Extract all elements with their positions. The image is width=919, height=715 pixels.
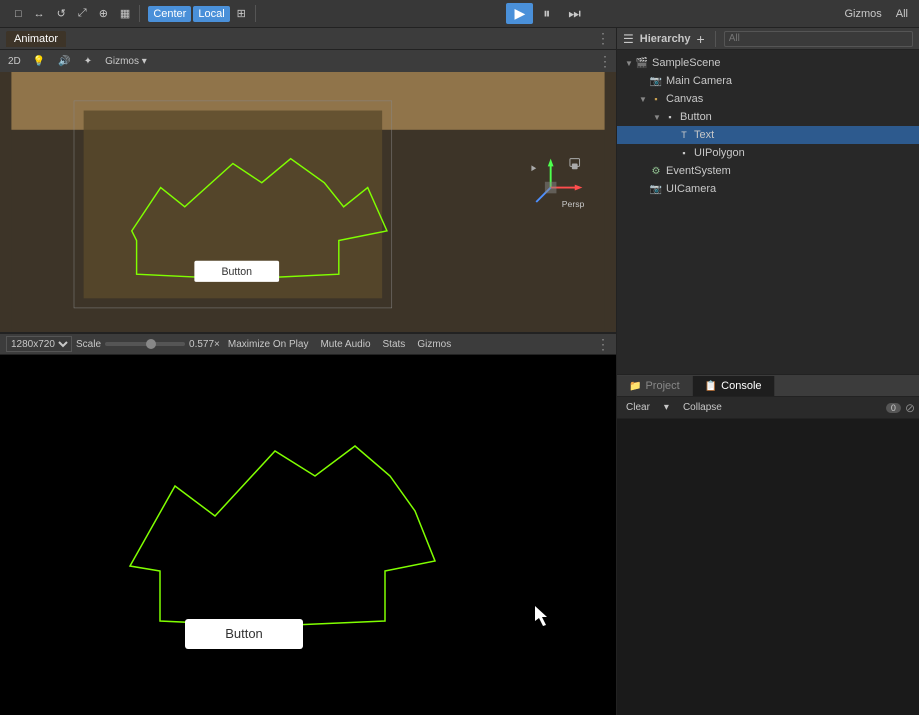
error-badge: 0 [886, 403, 901, 413]
scale-label: Scale [76, 339, 101, 350]
hierarchy-item-samplescene[interactable]: ▼ 🎬 SampleScene [617, 54, 919, 72]
resolution-select[interactable]: 1280x720 [6, 336, 72, 352]
svg-text:Persp: Persp [562, 199, 585, 209]
label-uipolygon: UIPolygon [694, 147, 745, 159]
stats-btn[interactable]: Stats [379, 338, 410, 351]
project-tab-label: Project [645, 380, 679, 392]
error-icon: ⊘ [905, 401, 915, 415]
hierarchy-tree: ▼ 🎬 SampleScene 📷 Main Camera ▼ ▪ Canvas [617, 50, 919, 374]
arrow-button: ▼ [653, 113, 663, 122]
hierarchy-item-button[interactable]: ▼ ▪ Button [617, 108, 919, 126]
tool-grid[interactable]: ▦ [115, 5, 135, 22]
svg-text:Button: Button [225, 626, 263, 641]
label-button: Button [680, 111, 712, 123]
svg-text:Button: Button [221, 266, 252, 278]
game-canvas-svg: Button [0, 355, 616, 715]
play-button[interactable]: ▶ [506, 3, 533, 24]
playmode-controls: ▶ ⏸ ⏭ [506, 3, 588, 24]
uicamera-icon: 📷 [649, 182, 663, 196]
label-maincamera: Main Camera [666, 75, 732, 87]
hierarchy-item-text[interactable]: T Text [617, 126, 919, 144]
transform-tools: □ ↔ ↺ ⤢ ⊕ ▦ [6, 5, 140, 22]
scene-toolbar-more[interactable]: ⋮ [598, 53, 612, 70]
extra-btn[interactable]: ⊞ [232, 5, 251, 22]
top-toolbar: □ ↔ ↺ ⤢ ⊕ ▦ Center Local ⊞ ▶ ⏸ ⏭ Gizmos … [0, 0, 919, 28]
bottom-tab-bar: 📁 Project 📋 Console [617, 375, 919, 397]
main-layout: Animator ⋮ 2D 💡 🔊 ✦ Gizmos ▾ ⋮ [0, 28, 919, 715]
fx-btn[interactable]: ✦ [79, 54, 97, 69]
clear-dropdown-btn[interactable]: ▾ [659, 401, 674, 414]
console-tab[interactable]: 📋 Console [693, 376, 775, 396]
left-panel: Animator ⋮ 2D 💡 🔊 ✦ Gizmos ▾ ⋮ [0, 28, 616, 715]
lighting-btn[interactable]: 💡 [28, 54, 50, 69]
scene-tab-bar: Animator ⋮ [0, 28, 616, 50]
arrow-canvas: ▼ [639, 95, 649, 104]
scene-more-options[interactable]: ⋮ [596, 30, 610, 47]
local-btn[interactable]: Local [193, 6, 229, 22]
scene-icon: 🎬 [635, 56, 649, 70]
scale-value: 0.577× [189, 339, 220, 350]
tool-rotate[interactable]: ↺ [52, 5, 71, 22]
label-uicamera: UICamera [666, 183, 716, 195]
console-content [617, 419, 919, 715]
scene-gizmos-btn[interactable]: Gizmos ▾ [100, 54, 152, 69]
pivot-tools: Center Local ⊞ [144, 5, 256, 22]
scene-canvas-svg: Button Persp [0, 72, 616, 332]
console-tab-icon: 📋 [705, 381, 717, 392]
hierarchy-item-uipolygon[interactable]: ▪ UIPolygon [617, 144, 919, 162]
text-icon: T [677, 128, 691, 142]
hierarchy-search[interactable] [724, 31, 913, 47]
right-panel: ☰ Hierarchy + ▼ 🎬 SampleScene 📷 Main Cam… [616, 28, 919, 715]
eventsystem-icon: ⚙ [649, 164, 663, 178]
uipolygon-icon: ▪ [677, 146, 691, 160]
game-toolbar: 1280x720 Scale 0.577× Maximize On Play M… [0, 333, 616, 355]
label-text: Text [694, 129, 714, 141]
canvas-icon: ▪ [649, 92, 663, 106]
mute-audio-btn[interactable]: Mute Audio [316, 338, 374, 351]
project-tab[interactable]: 📁 Project [617, 376, 693, 396]
tool-rect[interactable]: □ [10, 6, 27, 22]
hierarchy-title: Hierarchy [640, 33, 691, 45]
console-toolbar: Clear ▾ Collapse 0 ⊘ [617, 397, 919, 419]
all-dropdown[interactable]: All [891, 6, 913, 22]
sep1 [715, 31, 716, 47]
hierarchy-add-btn[interactable]: + [695, 31, 707, 47]
bottom-tabs-area: 📁 Project 📋 Console Clear ▾ Collapse 0 ⊘ [617, 374, 919, 715]
tool-scale[interactable]: ⤢ [73, 5, 92, 22]
animator-tab[interactable]: Animator [6, 31, 66, 47]
console-tab-label: Console [721, 380, 761, 392]
game-gizmos-btn[interactable]: Gizmos [413, 338, 455, 351]
collapse-btn[interactable]: Collapse [678, 401, 727, 414]
scene-secondary-toolbar: 2D 💡 🔊 ✦ Gizmos ▾ ⋮ [0, 50, 616, 72]
label-samplescene: SampleScene [652, 57, 721, 69]
arrow-samplescene: ▼ [625, 59, 635, 68]
project-tab-icon: 📁 [629, 381, 641, 392]
tool-rect2[interactable]: ⊕ [94, 5, 113, 22]
audio-btn[interactable]: 🔊 [53, 54, 75, 69]
game-toolbar-more[interactable]: ⋮ [596, 336, 610, 353]
2d-btn[interactable]: 2D [4, 55, 25, 68]
hierarchy-item-eventsystem[interactable]: ⚙ EventSystem [617, 162, 919, 180]
hierarchy-icon: ☰ [623, 32, 634, 46]
hierarchy-header: ☰ Hierarchy + [617, 28, 919, 50]
clear-btn[interactable]: Clear [621, 401, 655, 414]
pause-button[interactable]: ⏸ [535, 3, 558, 24]
gizmos-dropdown[interactable]: Gizmos [840, 6, 887, 22]
camera-icon: 📷 [649, 74, 663, 88]
hierarchy-item-canvas[interactable]: ▼ ▪ Canvas [617, 90, 919, 108]
label-eventsystem: EventSystem [666, 165, 731, 177]
hierarchy-item-uicamera[interactable]: 📷 UICamera [617, 180, 919, 198]
game-view: Button [0, 355, 616, 715]
button-icon: ▪ [663, 110, 677, 124]
scale-slider[interactable] [105, 342, 185, 346]
hierarchy-item-maincamera[interactable]: 📷 Main Camera [617, 72, 919, 90]
label-canvas: Canvas [666, 93, 703, 105]
tool-move[interactable]: ↔ [29, 6, 50, 22]
maximize-on-play-btn[interactable]: Maximize On Play [224, 338, 313, 351]
step-button[interactable]: ⏭ [560, 3, 589, 24]
scene-view: Button Persp [0, 72, 616, 333]
center-btn[interactable]: Center [148, 6, 191, 22]
